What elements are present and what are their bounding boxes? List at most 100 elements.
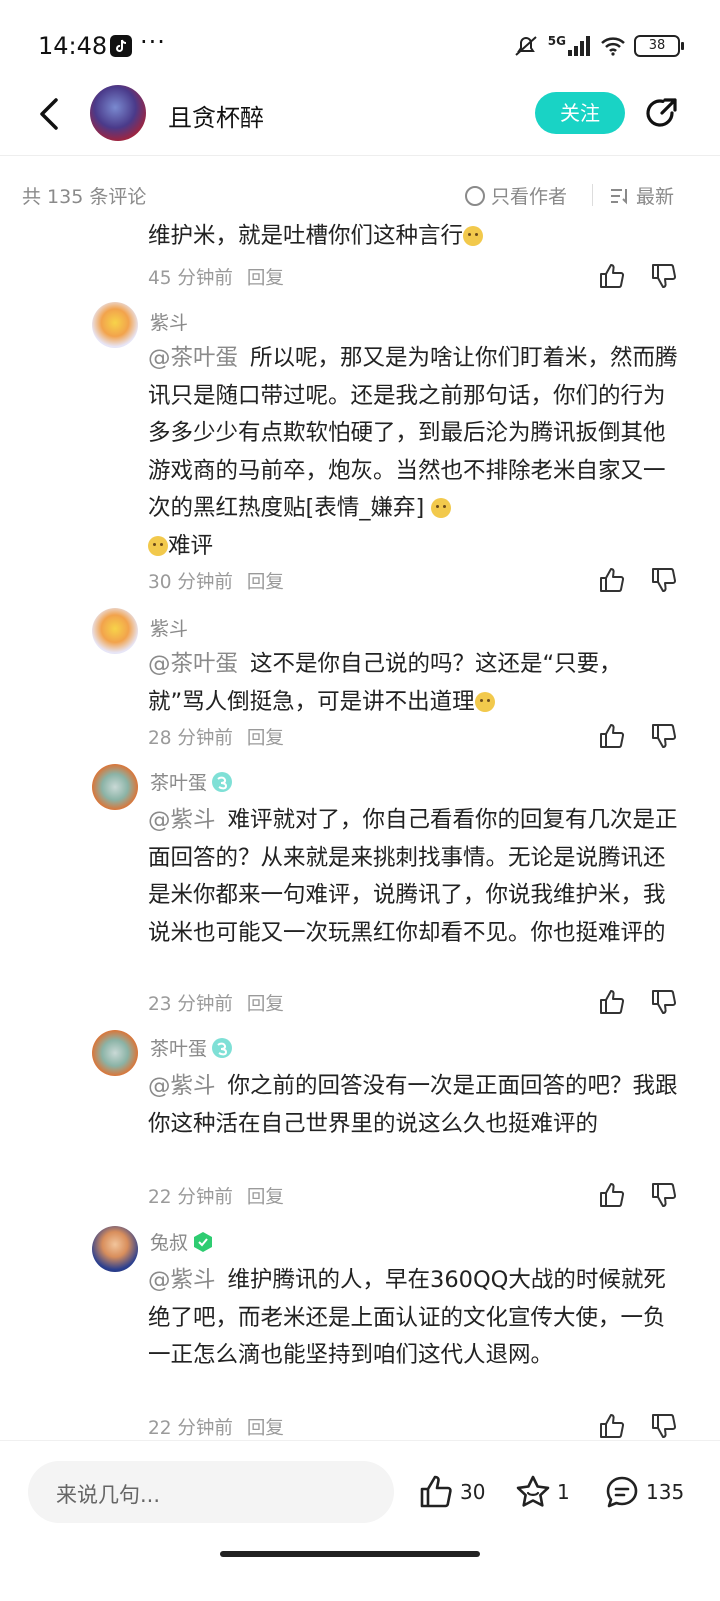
thumbs-down-icon[interactable]	[650, 988, 678, 1016]
comment-text: 难评就对了，你自己看看你的回复有几次是正面回答的？从来就是来挑刺找事情。无论是说…	[148, 807, 678, 946]
follow-button[interactable]: 关注	[535, 92, 625, 134]
level-badge-icon	[212, 1037, 233, 1058]
comment-body: @紫斗 维护腾讯的人，早在360QQ大战的时候就死绝了吧，而老米还是上面认证的文化…	[148, 1262, 678, 1375]
share-icon[interactable]	[642, 94, 680, 132]
thumbs-up-icon[interactable]	[598, 722, 626, 750]
reply-button[interactable]: 回复	[247, 268, 284, 289]
comment-username[interactable]: 紫斗	[150, 308, 188, 335]
thumbs-up-icon[interactable]	[598, 1181, 626, 1209]
header-divider	[0, 155, 720, 156]
username-text: 紫斗	[150, 312, 189, 334]
reply-button[interactable]: 回复	[247, 572, 284, 593]
comment-username[interactable]: 紫斗	[150, 614, 188, 641]
comment-username[interactable]: 兔叔	[150, 1228, 214, 1255]
username-text: 茶叶蛋	[150, 1038, 208, 1060]
reply-button[interactable]: 回复	[247, 994, 284, 1015]
smirk-emoji-icon	[431, 498, 452, 518]
user-avatar[interactable]	[92, 1226, 138, 1272]
comment-item: 茶叶蛋 @紫斗 你之前的回答没有一次是正面回答的吧？我跟你这种活在自己世界里的说这…	[0, 1030, 720, 1230]
mention[interactable]: @茶叶蛋	[148, 345, 238, 371]
user-avatar[interactable]	[92, 302, 138, 348]
mute-bell-icon	[515, 36, 537, 56]
header: 且贪杯醉 关注	[0, 80, 720, 160]
comment-tail: 难评	[168, 532, 214, 559]
status-icons: 5G 38	[512, 34, 684, 58]
comment-body: @紫斗 你之前的回答没有一次是正面回答的吧？我跟你这种活在自己世界里的说这么久也挺…	[148, 1068, 678, 1143]
username-text: 茶叶蛋	[150, 772, 208, 794]
author-avatar[interactable]	[90, 85, 146, 141]
comment-filter-bar: 共 135 条评论 只看作者 最新	[0, 170, 720, 220]
thumbs-down-icon[interactable]	[650, 722, 678, 750]
user-avatar[interactable]	[92, 608, 138, 654]
comment-count: 共 135 条评论	[22, 186, 147, 208]
star-icon	[516, 1475, 550, 1507]
mention[interactable]: @紫斗	[148, 1073, 216, 1099]
comment-time: 23 分钟前	[148, 994, 233, 1015]
sort-label: 最新	[636, 186, 675, 208]
comment-item: 紫斗 @茶叶蛋 所以呢，那又是为啥让你们盯着米，然而腾讯只是随口带过呢。还是我之前…	[0, 302, 720, 612]
thumbs-up-icon[interactable]	[598, 1412, 626, 1440]
signal-icon	[568, 36, 590, 56]
comment-body: @茶叶蛋 这不是你自己说的吗？这还是“只要，就”骂人倒挺急，可是讲不出道理	[148, 646, 678, 721]
mention[interactable]: @紫斗	[148, 1267, 216, 1293]
sort-icon	[611, 188, 627, 204]
comment-username[interactable]: 茶叶蛋	[150, 1034, 233, 1061]
comment-item: 茶叶蛋 @紫斗 难评就对了，你自己看看你的回复有几次是正面回答的？从来就是来挑刺找…	[0, 764, 720, 1034]
mention[interactable]: @紫斗	[148, 807, 216, 833]
comment-input-placeholder: 来说几句...	[56, 1483, 161, 1507]
page-title[interactable]: 且贪杯醉	[168, 98, 264, 133]
comment-meta: 28 分钟前 回复	[148, 724, 284, 750]
comment-meta: 23 分钟前 回复	[148, 990, 284, 1016]
smirk-emoji-icon	[148, 535, 168, 556]
comment-time: 28 分钟前	[148, 728, 233, 749]
status-time: 14:48	[38, 32, 108, 60]
comment-time: 45 分钟前	[148, 268, 233, 289]
like-button[interactable]: 30	[418, 1474, 485, 1510]
more-dots-icon: ···	[140, 28, 166, 56]
comment-item: 兔叔 @紫斗 维护腾讯的人，早在360QQ大战的时候就死绝了吧，而老米还是上面认证…	[0, 1224, 720, 1440]
thumbs-up-icon[interactable]	[598, 262, 626, 290]
network-label: 5G	[547, 34, 566, 48]
thumbs-down-icon[interactable]	[650, 262, 678, 290]
level-badge-icon	[194, 1231, 213, 1252]
favorite-count: 1	[557, 1480, 570, 1504]
thumbs-down-icon[interactable]	[650, 566, 678, 594]
comment-count-bottom: 135	[646, 1480, 685, 1504]
thumbs-up-icon[interactable]	[598, 988, 626, 1016]
only-author-label: 只看作者	[491, 186, 568, 208]
comment-username[interactable]: 茶叶蛋	[150, 768, 233, 795]
only-author-toggle[interactable]: 只看作者	[465, 182, 567, 209]
tiktok-icon	[110, 35, 132, 57]
reply-button[interactable]: 回复	[247, 1418, 284, 1439]
thumbs-up-icon[interactable]	[598, 566, 626, 594]
comment-body: @紫斗 难评就对了，你自己看看你的回复有几次是正面回答的？从来就是来挑刺找事情。无…	[148, 802, 678, 952]
user-avatar[interactable]	[92, 1030, 138, 1076]
like-count: 30	[460, 1480, 486, 1504]
filter-separator	[592, 184, 593, 206]
sort-button[interactable]: 最新	[610, 182, 674, 209]
comment-meta: 22 分钟前 回复	[148, 1414, 284, 1440]
back-arrow-icon[interactable]	[34, 94, 64, 134]
thumbs-up-icon	[420, 1475, 452, 1508]
mention[interactable]: @茶叶蛋	[148, 651, 238, 677]
home-indicator[interactable]	[220, 1551, 480, 1557]
thumbs-down-icon[interactable]	[650, 1412, 678, 1440]
status-bar: 14:48 ··· 5G 38	[0, 0, 720, 90]
comment-input[interactable]: 来说几句...	[28, 1461, 394, 1523]
comment-meta: 30 分钟前 回复	[148, 568, 284, 594]
comments-button[interactable]: 135	[604, 1474, 684, 1510]
comment-time: 30 分钟前	[148, 572, 233, 593]
comment-text: 维护米，就是吐槽你们这种言行	[148, 223, 464, 249]
smirk-emoji-icon	[463, 226, 484, 246]
comment-item: 维护米，就是吐槽你们这种言行 45 分钟前 回复	[0, 222, 720, 302]
radio-circle-icon	[465, 185, 485, 206]
user-avatar[interactable]	[92, 764, 138, 810]
level-badge-icon	[212, 771, 233, 792]
reply-button[interactable]: 回复	[247, 1187, 284, 1208]
favorite-button[interactable]: 1	[515, 1474, 570, 1510]
thumbs-down-icon[interactable]	[650, 1181, 678, 1209]
comment-meta: 45 分钟前 回复	[148, 264, 284, 290]
comment-meta: 22 分钟前 回复	[148, 1183, 284, 1209]
comment-time: 22 分钟前	[148, 1418, 233, 1439]
reply-button[interactable]: 回复	[247, 728, 284, 749]
